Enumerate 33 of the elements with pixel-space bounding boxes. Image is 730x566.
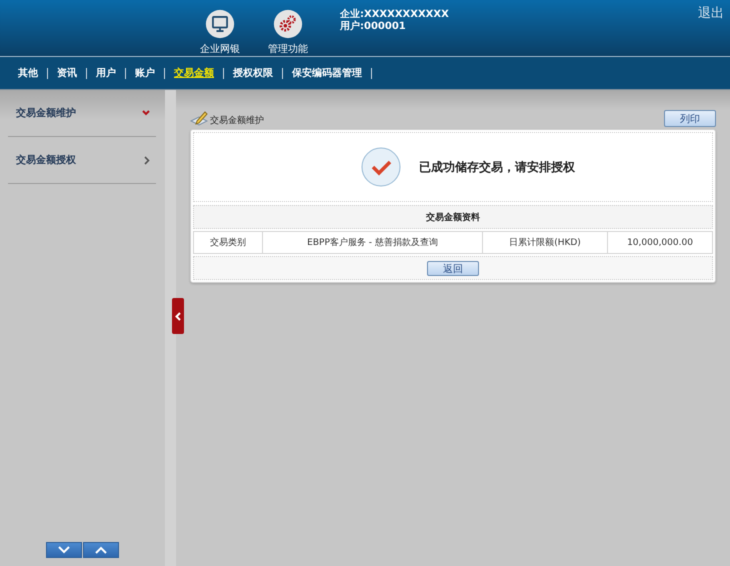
scroll-up-button[interactable] <box>83 542 119 558</box>
logout-link[interactable]: 退出 <box>698 4 724 22</box>
nav-tab[interactable]: 保安编码器管理 <box>292 66 362 80</box>
table-cell: 日累计限额(HKD) <box>483 232 608 253</box>
app-label[interactable]: 企业网银 <box>200 42 240 56</box>
nav-tab[interactable]: 用户 <box>96 66 116 80</box>
monitor-icon <box>203 9 237 39</box>
print-button[interactable]: 列印 <box>664 110 716 127</box>
nav-tab[interactable]: 账户 <box>135 66 155 80</box>
section-header: 交易金额资料 <box>193 205 713 229</box>
page-title: 交易金额维护 <box>210 114 264 127</box>
app-label[interactable]: 管理功能 <box>268 42 308 56</box>
nav-tab[interactable]: 授权权限 <box>233 66 273 80</box>
gears-icon <box>271 9 305 39</box>
chevron-down-icon <box>58 546 70 554</box>
table-cell: EBPP客户服务 - 慈善捐款及查询 <box>263 232 483 253</box>
nav-tab[interactable]: 资讯 <box>57 66 77 80</box>
table-cell: 交易类别 <box>194 232 263 253</box>
edit-document-icon <box>190 111 208 127</box>
scroll-down-button[interactable] <box>46 542 82 558</box>
user-label: 用户:000001 <box>340 21 407 33</box>
table-cell-text: 10,000,000.00 <box>626 236 694 250</box>
success-message: 已成功储存交易，请安排授权 <box>419 158 575 176</box>
collapse-sidebar-button[interactable] <box>172 298 184 334</box>
nav-tab[interactable]: 其他 <box>18 66 38 80</box>
company-label: 企业:XXXXXXXXXXX <box>340 9 449 20</box>
success-check-icon <box>361 147 401 187</box>
nav-tab[interactable]: 交易金额 <box>174 66 214 80</box>
sidebar-item[interactable]: 交易金额维护 <box>16 106 76 120</box>
sidebar-item[interactable]: 交易金额授权 <box>16 153 76 167</box>
chevron-up-icon <box>95 546 107 554</box>
back-button[interactable]: 返回 <box>427 260 479 276</box>
chevron-left-icon <box>175 312 181 320</box>
